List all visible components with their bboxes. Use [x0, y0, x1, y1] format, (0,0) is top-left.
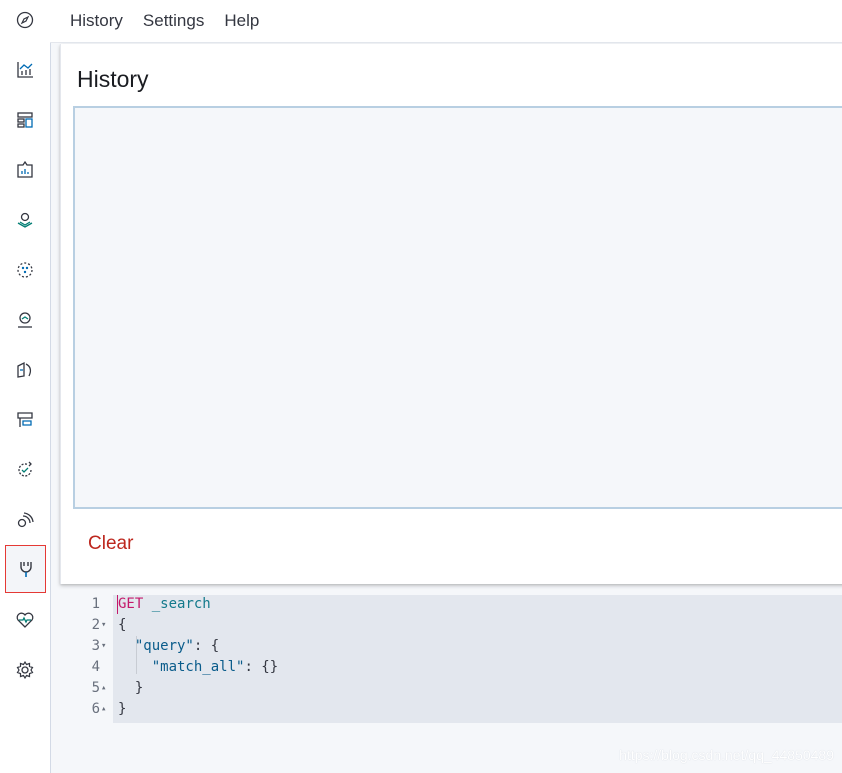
code-text: {	[118, 617, 127, 633]
menu-bar: History Settings Help	[50, 0, 842, 43]
uptime-icon[interactable]	[5, 450, 45, 490]
code-line[interactable]: 3 ▾ "query": {	[60, 636, 842, 657]
discover-icon[interactable]	[5, 0, 45, 40]
code-line[interactable]: 5 ▴ }	[60, 678, 842, 699]
json-punct: : {}	[244, 659, 279, 675]
json-key: "query"	[134, 638, 194, 654]
code-text: "match_all": {}	[118, 657, 278, 678]
line-number: 5	[91, 680, 100, 696]
history-title: History	[77, 66, 149, 92]
line-number: 6	[91, 701, 100, 717]
siem-icon[interactable]	[5, 500, 45, 540]
line-number: 3	[91, 638, 100, 654]
json-punct: }	[134, 680, 144, 696]
code-text: }	[118, 678, 143, 699]
fold-toggle-icon[interactable]: ▾	[101, 615, 106, 636]
monitoring-icon[interactable]	[5, 600, 45, 640]
dashboard-icon[interactable]	[5, 100, 45, 140]
http-method: GET	[118, 596, 144, 612]
fold-toggle-icon[interactable]: ▾	[101, 636, 106, 657]
dev-tools-icon[interactable]	[5, 545, 46, 593]
code-line[interactable]: 1 GET _search	[60, 594, 842, 615]
menu-help[interactable]: Help	[224, 11, 259, 31]
history-list[interactable]	[73, 106, 842, 509]
logs-icon[interactable]	[5, 350, 45, 390]
watermark: https://blog.csdn.net/qq_44850489	[619, 747, 834, 763]
line-number: 4	[91, 659, 100, 675]
canvas-icon[interactable]	[5, 150, 45, 190]
ml-icon[interactable]	[5, 250, 45, 290]
line-number: 1	[91, 596, 100, 612]
fold-toggle-icon[interactable]: ▴	[101, 678, 106, 699]
visualize-icon[interactable]	[5, 50, 45, 90]
code-text: GET _search	[118, 594, 211, 615]
management-icon[interactable]	[5, 650, 45, 690]
code-line[interactable]: 2 ▾ {	[60, 615, 842, 636]
code-text: "query": {	[118, 636, 219, 657]
endpoint: _search	[151, 596, 211, 612]
menu-history[interactable]: History	[70, 11, 123, 31]
maps-icon[interactable]	[5, 200, 45, 240]
clear-button[interactable]: Clear	[88, 533, 133, 555]
nav-rail	[0, 0, 51, 773]
fold-toggle-icon[interactable]: ▴	[101, 699, 106, 720]
apm-icon[interactable]	[5, 400, 45, 440]
json-punct: : {	[193, 638, 220, 654]
code-text: }	[118, 701, 127, 717]
infrastructure-icon[interactable]	[5, 300, 45, 340]
code-line[interactable]: 4 "match_all": {}	[60, 657, 842, 678]
history-panel: History Clear	[60, 44, 842, 584]
console-editor[interactable]: 1 GET _search 2 ▾ { 3 ▾ "query": { 4 "ma…	[60, 592, 842, 773]
menu-settings[interactable]: Settings	[143, 11, 204, 31]
code-line[interactable]: 6 ▴ }	[60, 699, 842, 720]
line-number: 2	[91, 617, 100, 633]
json-key: "match_all"	[151, 659, 245, 675]
